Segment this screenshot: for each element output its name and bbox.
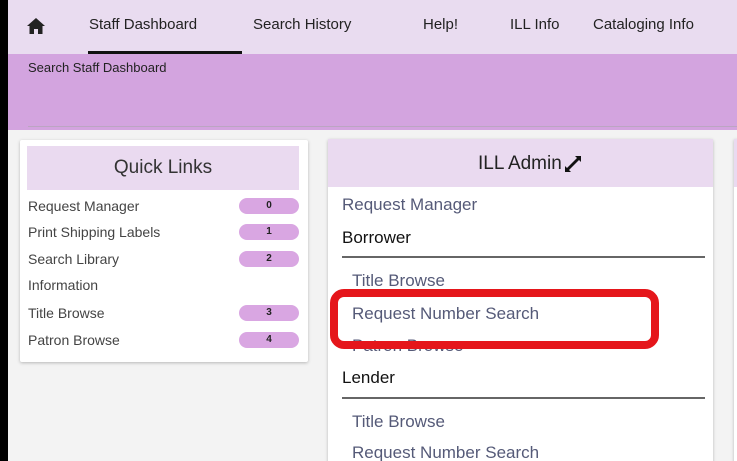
ill-request-manager-link[interactable]: Request Manager [342,195,477,215]
lender-heading: Lender [342,368,395,387]
search-input-label[interactable]: Search Staff Dashboard [28,60,167,75]
nav-staff-dashboard[interactable]: Staff Dashboard [89,16,197,33]
lender-title-browse-link[interactable]: Title Browse [352,412,445,432]
quick-link-request-manager[interactable]: Request Manager [28,193,139,219]
borrower-heading: Borrower [342,228,411,247]
quick-link-badge: 0 [239,198,299,214]
app-window: Staff Dashboard Search History Help! ILL… [8,0,737,461]
lender-divider [342,397,705,399]
nav-search-history[interactable]: Search History [253,16,351,33]
nav-ill-info[interactable]: ILL Info [510,16,559,33]
borrower-divider [342,256,705,258]
quick-link-badge: 4 [239,332,299,348]
quick-link-patron-browse[interactable]: Patron Browse [28,327,120,353]
ill-admin-title: ILL Admin [478,153,562,174]
home-icon[interactable] [26,16,46,36]
ill-admin-header: ILL Admin [328,139,713,187]
quick-links-title: Quick Links [27,146,299,190]
search-band: Search Staff Dashboard [8,54,737,130]
top-nav: Staff Dashboard Search History Help! ILL… [8,0,737,54]
quick-link-badge: 3 [239,305,299,321]
quick-link-badge: 2 [239,251,299,267]
quick-links-card: Quick Links Request Manager 0 Print Ship… [20,140,308,362]
search-input-underline [28,126,737,127]
quick-link-title-browse[interactable]: Title Browse [28,300,105,326]
lender-request-number-search-link[interactable]: Request Number Search [352,443,539,461]
expand-icon[interactable] [562,153,584,175]
highlight-box [330,289,659,349]
nav-help[interactable]: Help! [423,16,458,33]
quick-link-badge: 1 [239,224,299,240]
nav-cataloging-info[interactable]: Cataloging Info [593,16,694,33]
quick-link-print-shipping-labels[interactable]: Print Shipping Labels [28,219,160,245]
quick-link-search-library-line2[interactable]: Information [28,272,98,298]
quick-link-search-library[interactable]: Search Library [28,246,119,272]
borrower-title-browse-link[interactable]: Title Browse [352,271,445,291]
